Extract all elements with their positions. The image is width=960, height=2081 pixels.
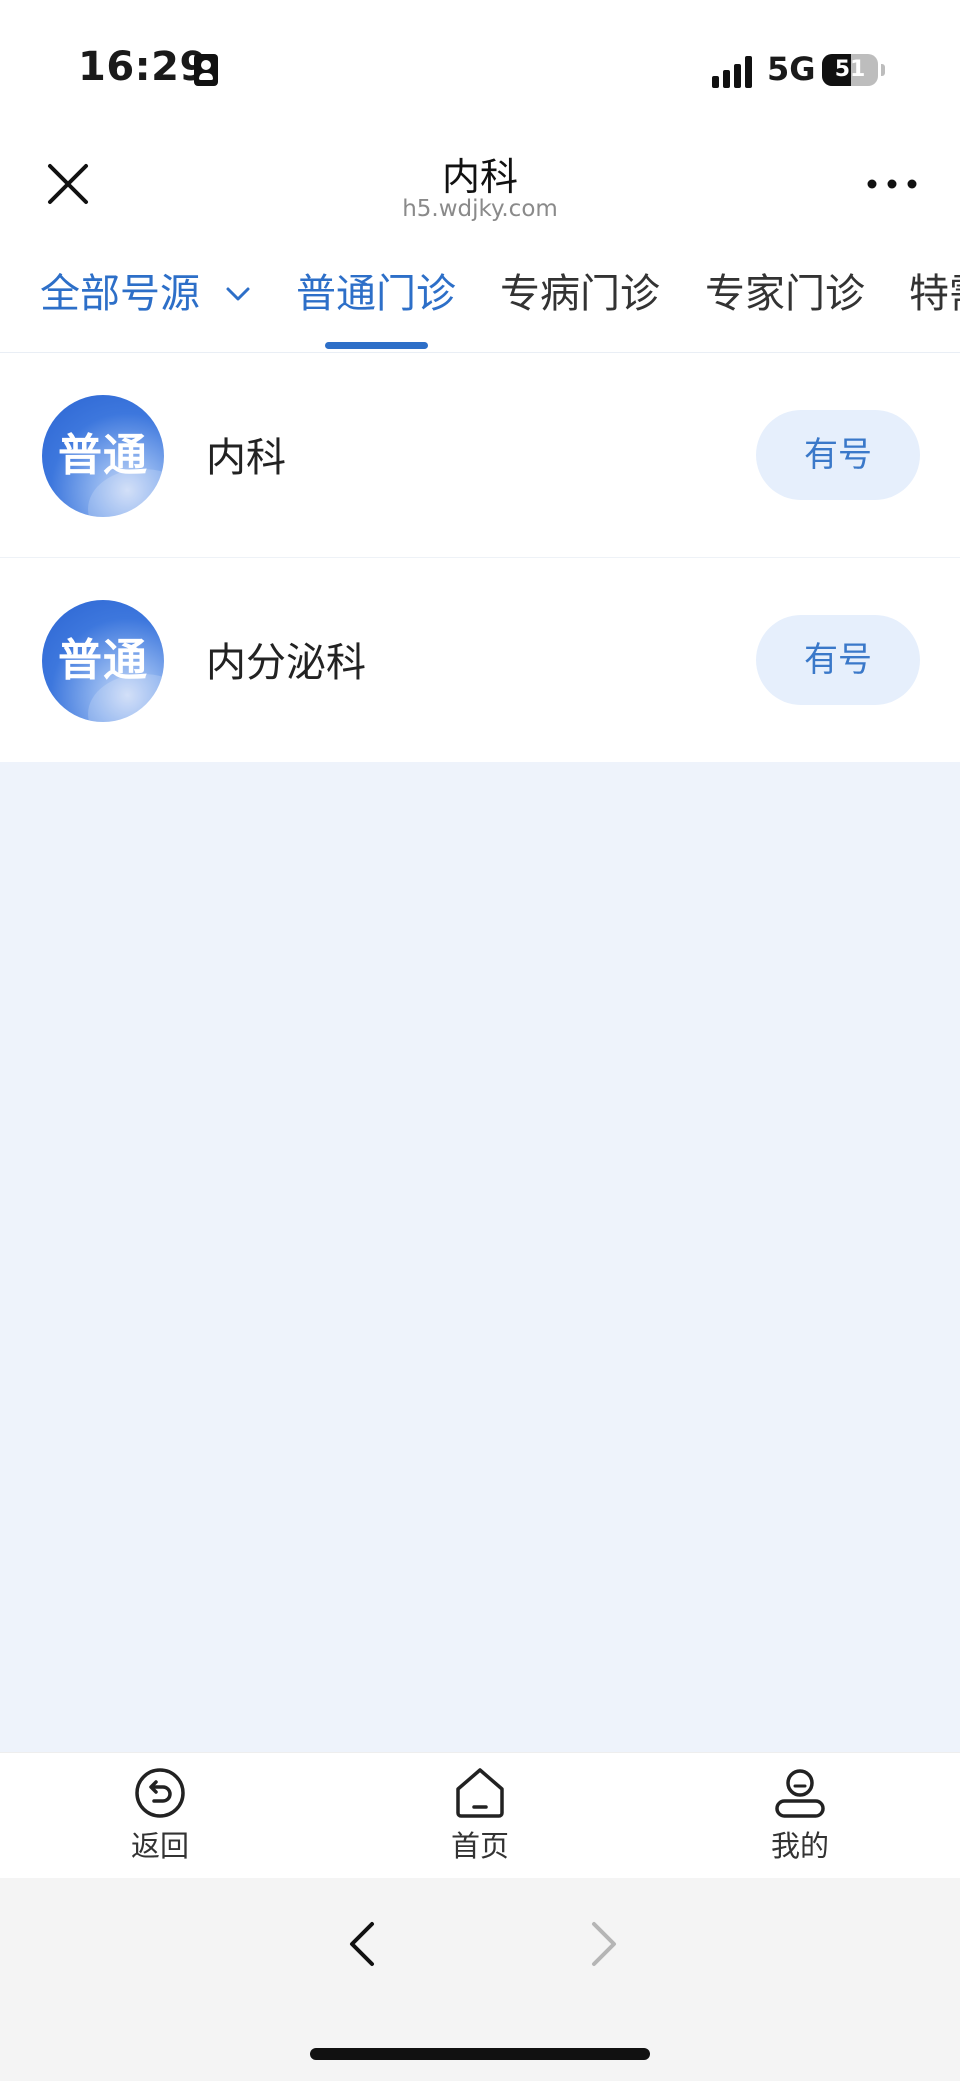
list-item[interactable]: 普通 内科 有号: [0, 353, 960, 558]
more-icon: [867, 179, 917, 189]
tabs-bar: 全部号源 普通门诊 专病门诊 专家门诊 特需: [0, 240, 960, 353]
clinic-type-badge: 普通: [58, 430, 148, 481]
browser-toolbar: [0, 1878, 960, 2081]
nav-back-label: 返回: [130, 1829, 189, 1863]
battery-icon: 51: [822, 54, 878, 86]
tab-special-needs-clinic[interactable]: 特需: [909, 268, 960, 320]
department-name: 内分泌科: [206, 640, 366, 686]
tab-general-clinic[interactable]: 普通门诊: [296, 268, 456, 320]
status-time: 16:29: [78, 44, 208, 90]
signal-icon: [712, 56, 756, 88]
battery-level: 51: [834, 57, 866, 82]
tab-special-disease-clinic[interactable]: 专病门诊: [500, 268, 660, 320]
nav-mine-label: 我的: [770, 1829, 829, 1863]
list-item[interactable]: 普通 内分泌科 有号: [0, 558, 960, 763]
bottom-nav: 返回 首页 我的: [0, 1752, 960, 1879]
network-type: 5G: [767, 50, 816, 88]
home-icon: [456, 1768, 504, 1818]
battery-cap: [881, 64, 885, 76]
chevron-right-icon: [592, 1922, 616, 1966]
more-button[interactable]: [860, 154, 924, 214]
department-name: 内科: [206, 435, 286, 481]
browser-back-button[interactable]: [336, 1914, 388, 1974]
browser-forward-button[interactable]: [578, 1914, 630, 1974]
page-domain: h5.wdjky.com: [402, 196, 558, 222]
page-title: 内科: [441, 155, 518, 199]
chevron-left-icon: [350, 1922, 374, 1966]
nav-home-label: 首页: [450, 1829, 509, 1863]
status-bar: 16:29 5G 51: [0, 0, 960, 130]
department-list: 普通 内科 有号 普通 内分泌科 有号: [0, 353, 960, 763]
nav-mine-button[interactable]: 我的: [740, 1765, 860, 1865]
contact-card-icon: [194, 54, 218, 86]
clinic-type-avatar: 普通: [42, 600, 164, 722]
back-icon: [135, 1768, 185, 1818]
clinic-type-badge: 普通: [58, 635, 148, 686]
source-filter-dropdown[interactable]: 全部号源: [40, 268, 253, 320]
nav-back-button[interactable]: 返回: [100, 1765, 220, 1865]
user-icon: [775, 1769, 825, 1818]
availability-button[interactable]: 有号: [756, 410, 920, 500]
availability-button[interactable]: 有号: [756, 615, 920, 705]
tab-expert-clinic[interactable]: 专家门诊: [705, 268, 865, 320]
title-bar: 内科 h5.wdjky.com: [0, 130, 960, 240]
clinic-type-avatar: 普通: [42, 395, 164, 517]
empty-content-area: [0, 762, 960, 1752]
chevron-down-icon: [226, 287, 250, 301]
home-indicator: [310, 2048, 650, 2060]
source-filter-label: 全部号源: [40, 271, 200, 317]
nav-home-button[interactable]: 首页: [420, 1765, 540, 1865]
active-tab-indicator: [325, 342, 428, 349]
